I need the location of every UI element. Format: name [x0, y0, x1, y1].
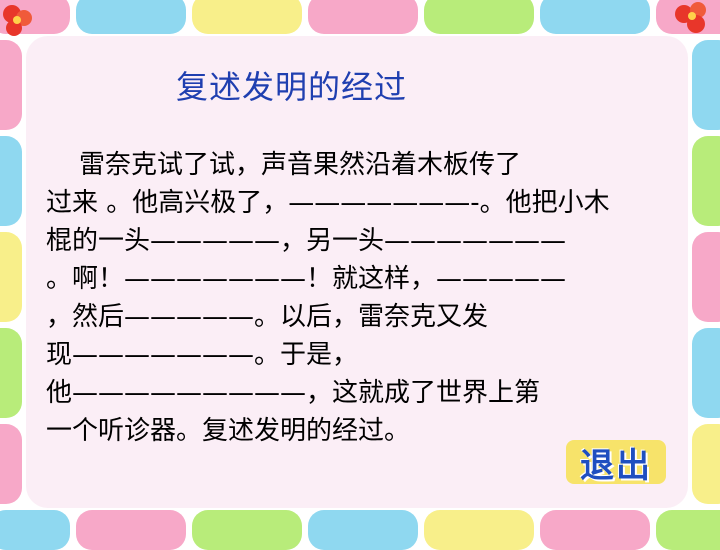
paragraph-line: 。啊！———————！就这样，————— [46, 264, 567, 294]
exit-button[interactable]: 退出 [566, 440, 666, 486]
border-tile [692, 40, 720, 130]
border-tile [308, 510, 418, 550]
border-tile [0, 232, 22, 322]
paragraph-line: 他—————————，这就成了世界上第 [46, 378, 541, 408]
border-tile [540, 510, 650, 550]
border-tile [692, 328, 720, 418]
paragraph-line: 棍的一头—————，另一头——————— [46, 226, 567, 256]
border-tile [0, 136, 22, 226]
border-tile [692, 232, 720, 322]
border-tile [192, 510, 302, 550]
border-tile [424, 510, 534, 550]
border-tile [656, 510, 720, 550]
border-tile [692, 424, 720, 504]
paragraph-line: ，然后—————。以后，雷奈克又发 [46, 302, 489, 332]
page-title: 复述发明的经过 [176, 68, 408, 106]
border-tile [76, 510, 186, 550]
border-tile [540, 0, 650, 34]
border-tile [0, 510, 70, 550]
border-tile [308, 0, 418, 34]
border-tile [76, 0, 186, 34]
border-tile [692, 136, 720, 226]
flower-icon-left [3, 5, 32, 36]
border-tile [424, 0, 534, 34]
flower-icon-right [675, 2, 718, 33]
paragraph-line: 过来 。他高兴极了，———————-。他把小木 [46, 188, 610, 218]
border-tile [192, 0, 302, 34]
paragraph-line: 现———————。于是， [46, 340, 359, 370]
border-tile [0, 40, 22, 130]
border-tile [0, 424, 22, 504]
paragraph: 雷奈克试了试，声音果然沿着木板传了 过来 。他高兴极了，———————-。他把小… [46, 146, 646, 450]
paragraph-line: 雷奈克试了试，声音果然沿着木板传了 [46, 150, 522, 180]
paragraph-line: 一个听诊器。复述发明的经过。 [46, 416, 411, 446]
border-tile [0, 328, 22, 418]
